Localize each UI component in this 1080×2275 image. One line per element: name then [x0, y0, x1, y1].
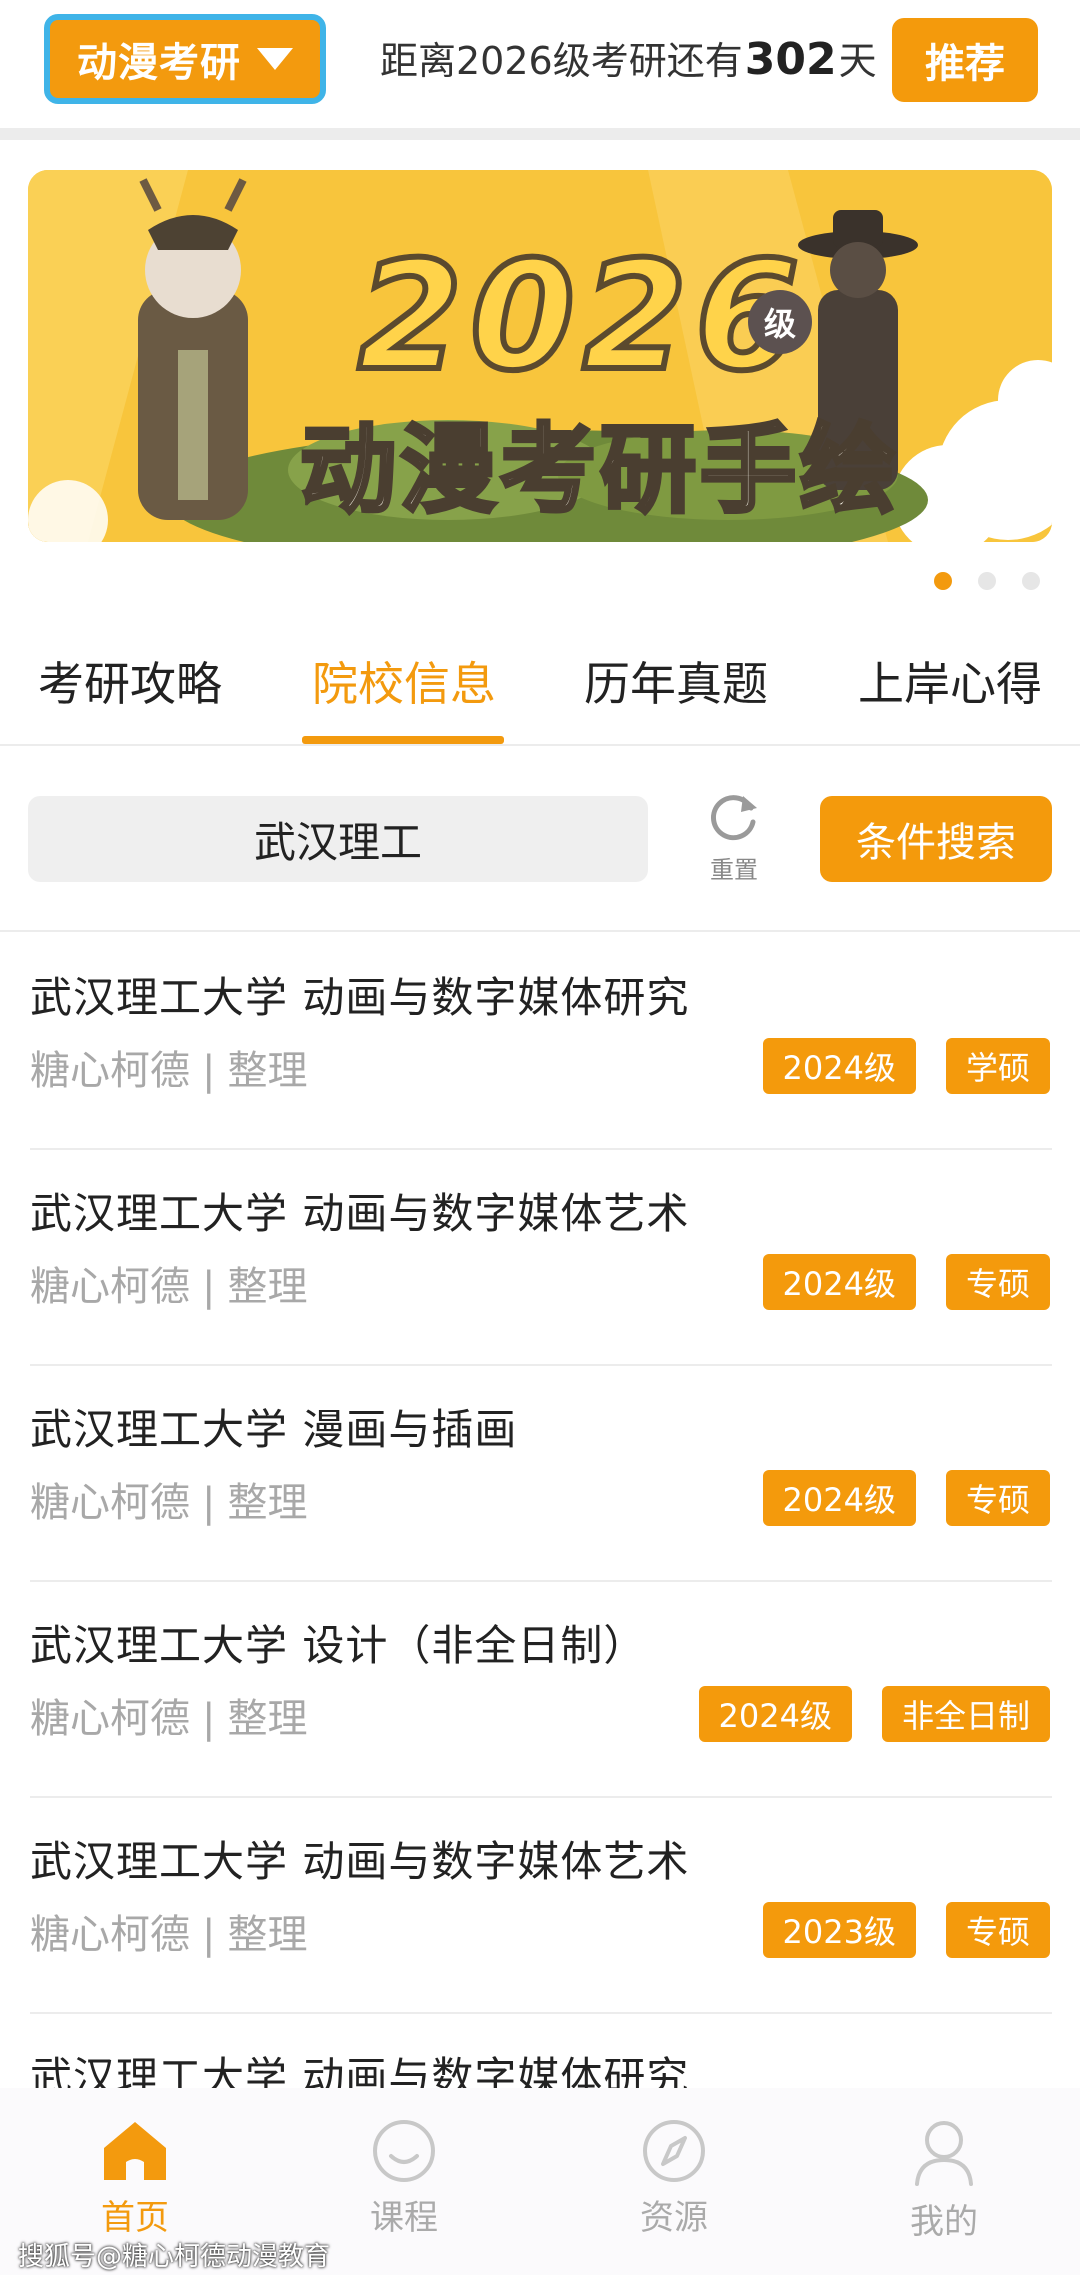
recommend-button[interactable]: 推荐 — [892, 18, 1038, 102]
tab-experience[interactable]: 上岸心得 — [820, 640, 1080, 744]
year-tag: 2024级 — [698, 1686, 852, 1742]
active-tab-indicator — [302, 736, 504, 744]
year-tag: 2024级 — [762, 1470, 916, 1526]
item-role: 整理 — [227, 1480, 308, 1526]
nav-home[interactable]: 首页 — [35, 2118, 235, 2248]
smile-icon — [373, 2120, 435, 2182]
item-author: 糖心柯德 — [30, 1912, 190, 1958]
year-tag: 2024级 — [762, 1038, 916, 1094]
refresh-icon — [711, 795, 757, 841]
item-author: 糖心柯德 — [30, 1264, 190, 1310]
category-tabs: 考研攻略 院校信息 历年真题 上岸心得 — [0, 640, 1080, 744]
list-item[interactable]: 武汉理工大学 漫画与插画 糖心柯德 | 整理 2024级 专硕 — [0, 1366, 1080, 1582]
degree-tag: 学硕 — [945, 1038, 1050, 1094]
nav-profile[interactable]: 我的 — [844, 2118, 1044, 2248]
item-meta: 糖心柯德 | 整理 — [30, 1254, 307, 1312]
list-item[interactable]: 武汉理工大学 动画与数字媒体艺术 糖心柯德 | 整理 2023级 专硕 — [0, 1798, 1080, 2014]
exam-countdown: 距离2026级考研还有302天 — [380, 28, 877, 92]
top-header: 动漫考研 距离2026级考研还有302天 推荐 — [0, 0, 1080, 128]
countdown-days: 302 — [744, 34, 837, 85]
item-title: 武汉理工大学 动画与数字媒体研究 — [30, 973, 690, 1022]
item-meta: 糖心柯德 | 整理 — [30, 1686, 307, 1744]
countdown-prefix: 距离2026级考研还有 — [380, 39, 743, 83]
major-dropdown[interactable]: 动漫考研 — [44, 14, 326, 104]
carousel-dot-3[interactable] — [1022, 572, 1040, 590]
reset-button[interactable]: 重置 — [700, 788, 768, 888]
list-item[interactable]: 武汉理工大学 动画与数字媒体研究 糖心柯德 | 整理 2024级 学硕 — [0, 934, 1080, 1150]
item-title: 武汉理工大学 动画与数字媒体艺术 — [30, 1837, 690, 1886]
item-meta: 糖心柯德 | 整理 — [30, 1038, 307, 1096]
filter-search-button[interactable]: 条件搜索 — [820, 796, 1052, 882]
item-role: 整理 — [227, 1264, 308, 1310]
carousel-indicator — [934, 572, 1040, 590]
search-input[interactable]: 武汉理工 — [28, 796, 648, 882]
item-title: 武汉理工大学 设计（非全日制） — [30, 1621, 647, 1670]
countdown-suffix: 天 — [838, 39, 877, 83]
degree-tag: 专硕 — [945, 1470, 1050, 1526]
tab-exam-guide[interactable]: 考研攻略 — [0, 640, 260, 744]
item-tags: 2023级 专硕 — [762, 1902, 1050, 1958]
tab-past-papers[interactable]: 历年真题 — [546, 640, 806, 744]
degree-tag: 专硕 — [945, 1254, 1050, 1310]
item-author: 糖心柯德 — [30, 1480, 190, 1526]
list-item[interactable]: 武汉理工大学 设计（非全日制） 糖心柯德 | 整理 2024级 非全日制 — [0, 1582, 1080, 1798]
tabs-divider — [0, 744, 1080, 746]
tab-school-info[interactable]: 院校信息 — [274, 640, 534, 744]
meta-separator: | — [202, 1480, 216, 1526]
year-tag: 2023级 — [762, 1902, 916, 1958]
item-tags: 2024级 专硕 — [762, 1470, 1050, 1526]
item-meta: 糖心柯德 | 整理 — [30, 1470, 307, 1528]
home-icon — [104, 2122, 166, 2180]
compass-icon — [643, 2120, 705, 2182]
user-icon — [915, 2121, 973, 2186]
degree-tag: 专硕 — [945, 1902, 1050, 1958]
nav-courses[interactable]: 课程 — [304, 2118, 504, 2248]
item-tags: 2024级 非全日制 — [698, 1686, 1050, 1742]
watermark: 搜狐号@糖心柯德动漫教育 — [18, 2242, 331, 2272]
nav-label: 首页 — [101, 2198, 169, 2238]
degree-tag: 非全日制 — [881, 1686, 1050, 1742]
meta-separator: | — [202, 1696, 216, 1742]
item-role: 整理 — [227, 1912, 308, 1958]
item-role: 整理 — [227, 1696, 308, 1742]
banner-year: 2026 — [355, 227, 808, 407]
header-divider — [0, 128, 1080, 140]
list-item[interactable]: 武汉理工大学 动画与数字媒体艺术 糖心柯德 | 整理 2024级 专硕 — [0, 1150, 1080, 1366]
major-dropdown-label: 动漫考研 — [77, 40, 241, 86]
item-author: 糖心柯德 — [30, 1696, 190, 1742]
meta-separator: | — [202, 1912, 216, 1958]
item-title: 武汉理工大学 动画与数字媒体艺术 — [30, 1189, 690, 1238]
meta-separator: | — [202, 1264, 216, 1310]
reset-label: 重置 — [710, 856, 758, 884]
banner-title: 动漫考研手绘 — [298, 412, 900, 528]
triangle-down-icon — [257, 48, 293, 70]
search-divider — [0, 930, 1080, 932]
item-author: 糖心柯德 — [30, 1048, 190, 1094]
item-tags: 2024级 专硕 — [762, 1254, 1050, 1310]
nav-resources[interactable]: 资源 — [574, 2118, 774, 2248]
item-meta: 糖心柯德 | 整理 — [30, 1902, 307, 1960]
promo-banner[interactable]: 2026 级 动漫考研手绘 — [28, 170, 1052, 542]
meta-separator: | — [202, 1048, 216, 1094]
item-role: 整理 — [227, 1048, 308, 1094]
carousel-dot-1[interactable] — [934, 572, 952, 590]
nav-label: 资源 — [640, 2198, 708, 2238]
item-title: 武汉理工大学 漫画与插画 — [30, 1405, 518, 1454]
nav-label: 我的 — [910, 2202, 978, 2242]
banner-level-badge: 级 — [748, 290, 812, 354]
year-tag: 2024级 — [762, 1254, 916, 1310]
carousel-dot-2[interactable] — [978, 572, 996, 590]
nav-label: 课程 — [370, 2198, 438, 2238]
item-tags: 2024级 学硕 — [762, 1038, 1050, 1094]
